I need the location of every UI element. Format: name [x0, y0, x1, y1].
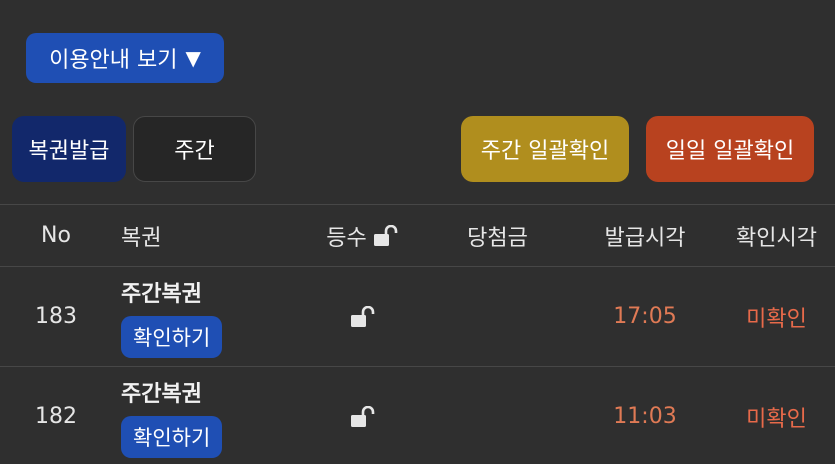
usage-guide-label: 이용안내 보기: [49, 48, 178, 73]
unlock-icon[interactable]: [350, 405, 376, 428]
row-rank: [300, 267, 425, 366]
unlock-icon[interactable]: [350, 305, 376, 328]
row-prize: [440, 367, 555, 464]
weekly-bulk-confirm-button[interactable]: 주간 일괄확인: [461, 116, 629, 182]
header-rank: 등수: [300, 205, 425, 266]
header-no: No: [41, 223, 71, 248]
row-ticket: 주간복권 확인하기: [121, 267, 301, 366]
ticket-name: 주간복권: [121, 281, 202, 307]
table-header: No 복권 등수 당첨금 발급시각 확인시각: [0, 205, 835, 267]
row-confirm-status: 미확인: [746, 406, 807, 432]
header-ticket: 복권: [121, 225, 162, 251]
row-rank: [300, 367, 425, 464]
lottery-page: 이용안내 보기 ▼ 복권발급 주간 주간 일괄확인 일일 일괄확인 No 복권 …: [0, 0, 835, 464]
header-prize: 당첨금: [467, 225, 528, 251]
row-no: 182: [35, 404, 77, 429]
table-row: 183 주간복권 확인하기 17:05 미확인: [0, 267, 835, 367]
header-rank-label: 등수: [326, 225, 367, 251]
tab-ticket-issue[interactable]: 복권발급: [12, 116, 126, 182]
header-issue-time: 발급시각: [604, 225, 686, 251]
ticket-name: 주간복권: [121, 381, 202, 407]
table-row: 182 주간복권 확인하기 11:03 미확인: [0, 367, 835, 464]
row-issue-time: 17:05: [613, 304, 677, 329]
confirm-button[interactable]: 확인하기: [121, 415, 223, 458]
row-no: 183: [35, 304, 77, 329]
tab-weekly[interactable]: 주간: [133, 116, 256, 182]
row-confirm-status: 미확인: [746, 306, 807, 332]
unlock-icon[interactable]: [373, 224, 399, 247]
triangle-down-icon: ▼: [185, 46, 201, 70]
row-prize: [440, 267, 555, 366]
usage-guide-button[interactable]: 이용안내 보기 ▼: [26, 33, 224, 83]
daily-bulk-confirm-button[interactable]: 일일 일괄확인: [646, 116, 814, 182]
confirm-button[interactable]: 확인하기: [121, 315, 223, 358]
ticket-table: No 복권 등수 당첨금 발급시각 확인시각 183 주간복권 확인하기 17:…: [0, 204, 835, 464]
row-issue-time: 11:03: [613, 404, 677, 429]
header-confirm-time: 확인시각: [736, 225, 817, 251]
row-ticket: 주간복권 확인하기: [121, 367, 301, 464]
